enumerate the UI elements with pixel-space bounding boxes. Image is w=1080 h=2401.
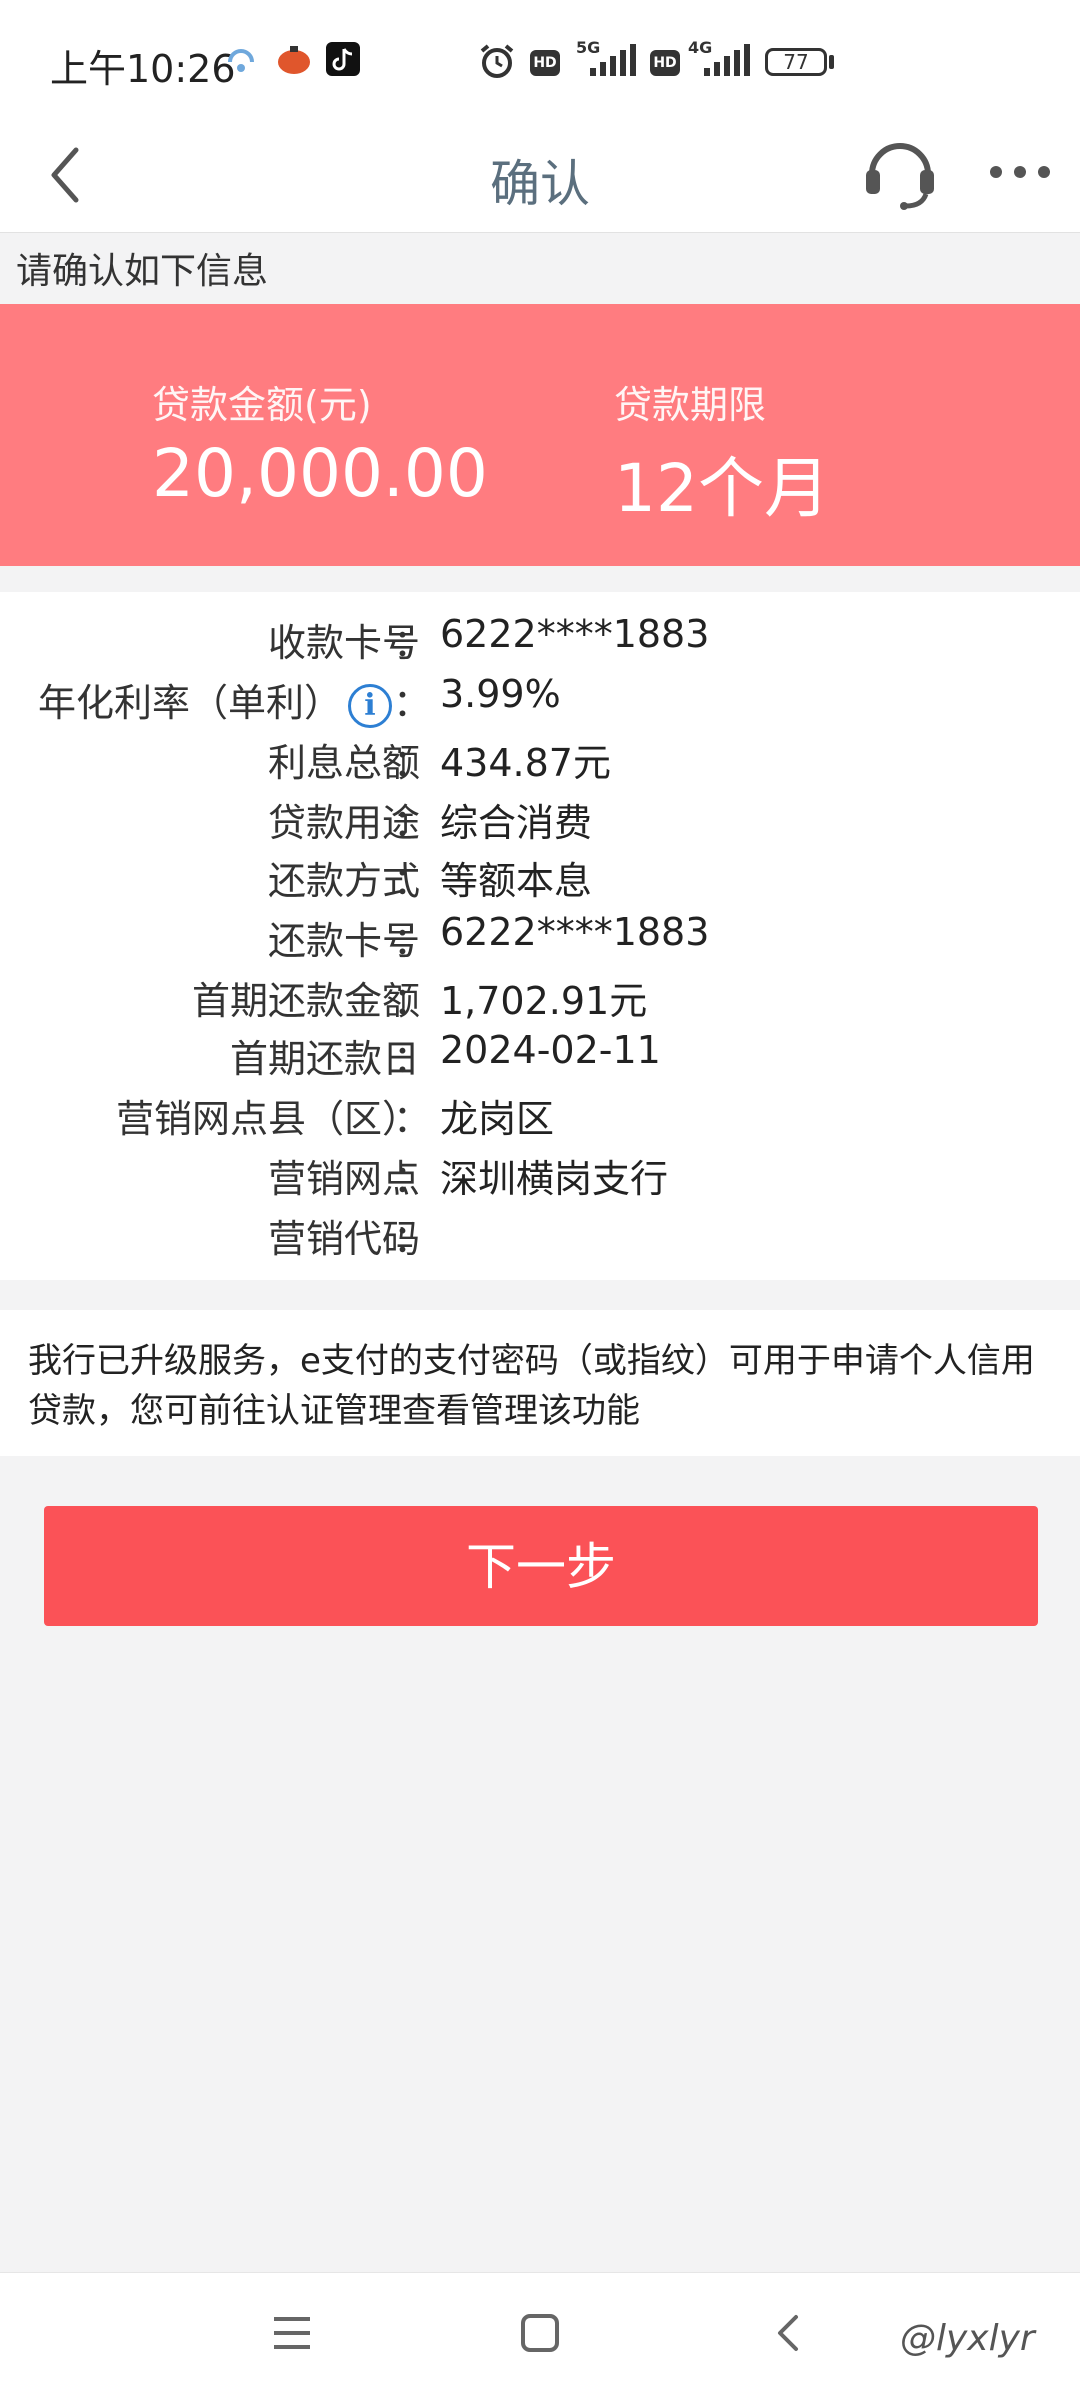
detail-row-branch: 营销网点 ： 深圳横岗支行 (0, 1148, 1080, 1208)
detail-value: 综合消费 (440, 801, 593, 845)
detail-value: 深圳横岗支行 (440, 1157, 669, 1201)
detail-row-first-payment-amount: 首期还款金额 ： 1,702.91元 (0, 970, 1080, 1030)
loan-amount-value: 20,000.00 (152, 435, 488, 512)
detail-colon: ： (393, 741, 432, 785)
detail-row-repayment-card: 还款卡号 ： 6222****1883 (0, 910, 1080, 970)
confirm-hint: 请确认如下信息 (16, 251, 269, 292)
detail-row-receiving-card: 收款卡号 ： 6222****1883 (0, 612, 1080, 672)
detail-value: 等额本息 (440, 859, 593, 903)
detail-value: 6222****1883 (440, 910, 710, 954)
more-icon[interactable] (988, 154, 1052, 190)
notice-text: 我行已升级服务，e支付的支付密码（或指纹）可用于申请个人信用贷款，您可前往认证管… (28, 1341, 1035, 1431)
detail-row-interest-rate: 年化利率（单利） i ： 3.99% (0, 672, 1080, 732)
detail-colon: ： (393, 681, 432, 725)
detail-value: 434.87元 (440, 741, 611, 785)
notification-icon (228, 49, 254, 72)
detail-row-total-interest: 利息总额 ： 434.87元 (0, 732, 1080, 792)
loan-term-label: 贷款期限 (614, 383, 767, 427)
loan-amount-label: 贷款金额(元) (152, 383, 372, 427)
customer-service-icon[interactable] (862, 132, 938, 212)
detail-row-marketing-code: 营销代码 ： (0, 1208, 1080, 1268)
detail-colon: ： (393, 979, 432, 1023)
watermark: @lyxlyr (900, 2318, 1035, 2359)
detail-colon: ： (393, 1097, 432, 1141)
game-app-icon (278, 46, 310, 74)
signal-icon (590, 44, 636, 76)
detail-value: 2024-02-11 (440, 1028, 661, 1072)
info-icon[interactable]: i (348, 683, 392, 728)
detail-label: 首期还款金额 (191, 979, 420, 1023)
detail-colon: ： (393, 1157, 432, 1201)
detail-label-with-icon: 年化利率（单利） i (38, 672, 392, 728)
detail-label: 年化利率（单利） (37, 681, 342, 725)
signal-icon-2 (704, 44, 750, 76)
detail-colon: ： (393, 919, 432, 963)
battery-icon: 77 (765, 48, 827, 76)
detail-row-loan-purpose: 贷款用途 ： 综合消费 (0, 792, 1080, 852)
detail-colon: ： (393, 621, 432, 665)
service-notice: 我行已升级服务，e支付的支付密码（或指纹）可用于申请个人信用贷款，您可前往认证管… (0, 1310, 1080, 1456)
detail-label: 首期还款日 (229, 1037, 420, 1081)
tiktok-icon (326, 42, 360, 76)
battery-tip (829, 55, 834, 69)
status-bar: 上午10:26 HD 5G HD 4G 77 (0, 0, 1080, 120)
nav-bar: 确认 (0, 120, 1080, 233)
loan-detail-list: 收款卡号 ： 6222****1883 年化利率（单利） i ： 3.99% 利息… (0, 592, 1080, 1280)
detail-colon: ： (393, 801, 432, 845)
detail-row-repayment-method: 还款方式 ： 等额本息 (0, 850, 1080, 910)
detail-value: 1,702.91元 (440, 979, 648, 1023)
status-time: 上午10:26 (50, 47, 236, 91)
detail-row-branch-district: 营销网点县（区） ： 龙岗区 (0, 1088, 1080, 1148)
detail-colon: ： (393, 1217, 432, 1261)
loan-summary-card: 贷款金额(元) 20,000.00 贷款期限 12个月 (0, 304, 1080, 566)
next-step-button[interactable]: 下一步 (44, 1506, 1038, 1626)
detail-colon: ： (393, 859, 432, 903)
detail-value: 龙岗区 (440, 1097, 555, 1141)
detail-row-first-payment-date: 首期还款日 ： 2024-02-11 (0, 1028, 1080, 1088)
back-icon[interactable] (772, 2313, 802, 2353)
detail-value: 3.99% (440, 672, 561, 716)
menu-icon[interactable] (272, 2313, 312, 2353)
alarm-icon (480, 44, 514, 78)
loan-term-block: 贷款期限 12个月 (614, 374, 830, 531)
hd-badge: HD (530, 50, 560, 76)
detail-label: 营销网点县（区） (115, 1097, 420, 1141)
detail-value: 6222****1883 (440, 612, 710, 656)
loan-amount-block: 贷款金额(元) 20,000.00 (152, 374, 488, 512)
hd-badge-2: HD (650, 50, 680, 76)
detail-colon: ： (393, 1037, 432, 1081)
loan-term-value: 12个月 (614, 450, 830, 527)
home-icon[interactable] (520, 2313, 560, 2353)
